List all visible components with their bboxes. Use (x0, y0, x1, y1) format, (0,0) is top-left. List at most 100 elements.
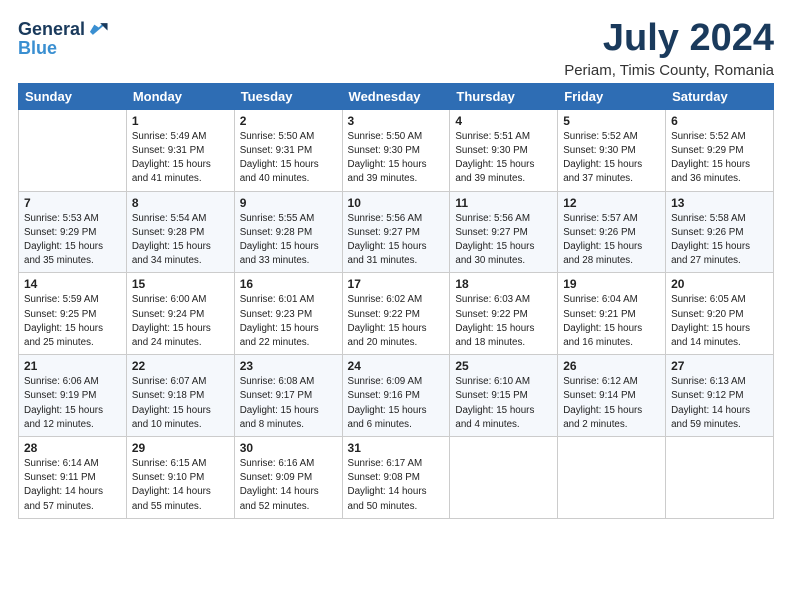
day-info: Sunrise: 6:12 AM Sunset: 9:14 PM Dayligh… (563, 375, 660, 432)
day-number: 7 (24, 196, 121, 210)
day-info: Sunrise: 6:08 AM Sunset: 9:17 PM Dayligh… (240, 375, 337, 432)
calendar-cell: 7 Sunrise: 5:53 AM Sunset: 9:29 PM Daylig… (19, 191, 127, 273)
day-info: Sunrise: 6:17 AM Sunset: 9:08 PM Dayligh… (348, 457, 445, 514)
day-info: Sunrise: 5:52 AM Sunset: 9:29 PM Dayligh… (671, 130, 768, 187)
header-monday: Monday (126, 83, 234, 109)
day-info: Sunrise: 5:56 AM Sunset: 9:27 PM Dayligh… (455, 212, 552, 269)
calendar-cell: 23 Sunrise: 6:08 AM Sunset: 9:17 PM Dayli… (234, 355, 342, 437)
day-number: 30 (240, 441, 337, 455)
day-info: Sunrise: 6:00 AM Sunset: 9:24 PM Dayligh… (132, 293, 229, 350)
calendar-cell: 25 Sunrise: 6:10 AM Sunset: 9:15 PM Dayli… (450, 355, 558, 437)
logo: General Blue (18, 18, 109, 59)
week-row-3: 14Sunrise: 5:59 AM Sunset: 9:25 PM Dayli… (19, 273, 774, 355)
header-wednesday: Wednesday (342, 83, 450, 109)
day-info: Sunrise: 5:55 AM Sunset: 9:28 PM Dayligh… (240, 212, 337, 269)
day-number: 8 (132, 196, 229, 210)
day-number: 13 (671, 196, 768, 210)
header-tuesday: Tuesday (234, 83, 342, 109)
calendar-table: SundayMondayTuesdayWednesdayThursdayFrid… (18, 83, 774, 519)
calendar-cell: 29 Sunrise: 6:15 AM Sunset: 9:10 PM Dayli… (126, 437, 234, 519)
day-number: 2 (240, 114, 337, 128)
header-row: SundayMondayTuesdayWednesdayThursdayFrid… (19, 83, 774, 109)
day-number: 27 (671, 359, 768, 373)
day-info: Sunrise: 6:03 AM Sunset: 9:22 PM Dayligh… (455, 293, 552, 350)
day-number: 1 (132, 114, 229, 128)
calendar-cell: 31 Sunrise: 6:17 AM Sunset: 9:08 PM Dayli… (342, 437, 450, 519)
calendar-cell: 17Sunrise: 6:02 AM Sunset: 9:22 PM Dayli… (342, 273, 450, 355)
week-row-2: 7 Sunrise: 5:53 AM Sunset: 9:29 PM Daylig… (19, 191, 774, 273)
month-title: July 2024 (564, 18, 774, 60)
day-info: Sunrise: 5:54 AM Sunset: 9:28 PM Dayligh… (132, 212, 229, 269)
calendar-cell: 11 Sunrise: 5:56 AM Sunset: 9:27 PM Dayli… (450, 191, 558, 273)
day-info: Sunrise: 6:15 AM Sunset: 9:10 PM Dayligh… (132, 457, 229, 514)
day-info: Sunrise: 5:53 AM Sunset: 9:29 PM Dayligh… (24, 212, 121, 269)
day-info: Sunrise: 6:10 AM Sunset: 9:15 PM Dayligh… (455, 375, 552, 432)
title-block: July 2024 Periam, Timis County, Romania (564, 18, 774, 79)
logo-icon (87, 18, 109, 40)
day-number: 24 (348, 359, 445, 373)
calendar-cell: 21Sunrise: 6:06 AM Sunset: 9:19 PM Dayli… (19, 355, 127, 437)
calendar-cell: 26 Sunrise: 6:12 AM Sunset: 9:14 PM Dayli… (558, 355, 666, 437)
day-info: Sunrise: 5:49 AM Sunset: 9:31 PM Dayligh… (132, 130, 229, 187)
day-info: Sunrise: 6:16 AM Sunset: 9:09 PM Dayligh… (240, 457, 337, 514)
day-number: 20 (671, 277, 768, 291)
logo-text: General (18, 18, 109, 40)
day-info: Sunrise: 6:09 AM Sunset: 9:16 PM Dayligh… (348, 375, 445, 432)
calendar-cell: 4 Sunrise: 5:51 AM Sunset: 9:30 PM Daylig… (450, 109, 558, 191)
day-info: Sunrise: 5:58 AM Sunset: 9:26 PM Dayligh… (671, 212, 768, 269)
header: General Blue July 2024 Periam, Timis Cou… (18, 18, 774, 79)
day-number: 29 (132, 441, 229, 455)
location-title: Periam, Timis County, Romania (564, 62, 774, 79)
calendar-cell: 20 Sunrise: 6:05 AM Sunset: 9:20 PM Dayli… (666, 273, 774, 355)
day-info: Sunrise: 5:50 AM Sunset: 9:30 PM Dayligh… (348, 130, 445, 187)
day-number: 17 (348, 277, 445, 291)
calendar-cell: 18 Sunrise: 6:03 AM Sunset: 9:22 PM Dayli… (450, 273, 558, 355)
day-number: 31 (348, 441, 445, 455)
day-info: Sunrise: 5:51 AM Sunset: 9:30 PM Dayligh… (455, 130, 552, 187)
header-thursday: Thursday (450, 83, 558, 109)
calendar-cell: 28Sunrise: 6:14 AM Sunset: 9:11 PM Dayli… (19, 437, 127, 519)
calendar-cell (558, 437, 666, 519)
day-number: 22 (132, 359, 229, 373)
day-number: 11 (455, 196, 552, 210)
day-number: 6 (671, 114, 768, 128)
calendar-cell: 6 Sunrise: 5:52 AM Sunset: 9:29 PM Daylig… (666, 109, 774, 191)
day-info: Sunrise: 6:06 AM Sunset: 9:19 PM Dayligh… (24, 375, 121, 432)
calendar-cell: 10Sunrise: 5:56 AM Sunset: 9:27 PM Dayli… (342, 191, 450, 273)
day-info: Sunrise: 5:50 AM Sunset: 9:31 PM Dayligh… (240, 130, 337, 187)
day-number: 3 (348, 114, 445, 128)
day-number: 28 (24, 441, 121, 455)
header-sunday: Sunday (19, 83, 127, 109)
day-number: 10 (348, 196, 445, 210)
day-number: 14 (24, 277, 121, 291)
day-info: Sunrise: 6:05 AM Sunset: 9:20 PM Dayligh… (671, 293, 768, 350)
calendar-cell: 15 Sunrise: 6:00 AM Sunset: 9:24 PM Dayli… (126, 273, 234, 355)
day-number: 4 (455, 114, 552, 128)
day-number: 26 (563, 359, 660, 373)
calendar-cell: 5Sunrise: 5:52 AM Sunset: 9:30 PM Daylig… (558, 109, 666, 191)
week-row-4: 21Sunrise: 6:06 AM Sunset: 9:19 PM Dayli… (19, 355, 774, 437)
day-number: 15 (132, 277, 229, 291)
day-number: 23 (240, 359, 337, 373)
day-info: Sunrise: 6:04 AM Sunset: 9:21 PM Dayligh… (563, 293, 660, 350)
day-info: Sunrise: 5:57 AM Sunset: 9:26 PM Dayligh… (563, 212, 660, 269)
calendar-cell (19, 109, 127, 191)
day-number: 18 (455, 277, 552, 291)
calendar-cell (666, 437, 774, 519)
calendar-cell: 27 Sunrise: 6:13 AM Sunset: 9:12 PM Dayli… (666, 355, 774, 437)
day-number: 5 (563, 114, 660, 128)
calendar-cell: 30 Sunrise: 6:16 AM Sunset: 9:09 PM Dayli… (234, 437, 342, 519)
day-number: 9 (240, 196, 337, 210)
day-number: 12 (563, 196, 660, 210)
calendar-cell: 2 Sunrise: 5:50 AM Sunset: 9:31 PM Daylig… (234, 109, 342, 191)
day-number: 16 (240, 277, 337, 291)
header-friday: Friday (558, 83, 666, 109)
calendar-cell: 22Sunrise: 6:07 AM Sunset: 9:18 PM Dayli… (126, 355, 234, 437)
page: General Blue July 2024 Periam, Timis Cou… (0, 0, 792, 612)
day-info: Sunrise: 6:01 AM Sunset: 9:23 PM Dayligh… (240, 293, 337, 350)
day-number: 25 (455, 359, 552, 373)
week-row-1: 1 Sunrise: 5:49 AM Sunset: 9:31 PM Daylig… (19, 109, 774, 191)
calendar-cell: 24 Sunrise: 6:09 AM Sunset: 9:16 PM Dayli… (342, 355, 450, 437)
day-info: Sunrise: 6:13 AM Sunset: 9:12 PM Dayligh… (671, 375, 768, 432)
calendar-cell: 3 Sunrise: 5:50 AM Sunset: 9:30 PM Daylig… (342, 109, 450, 191)
